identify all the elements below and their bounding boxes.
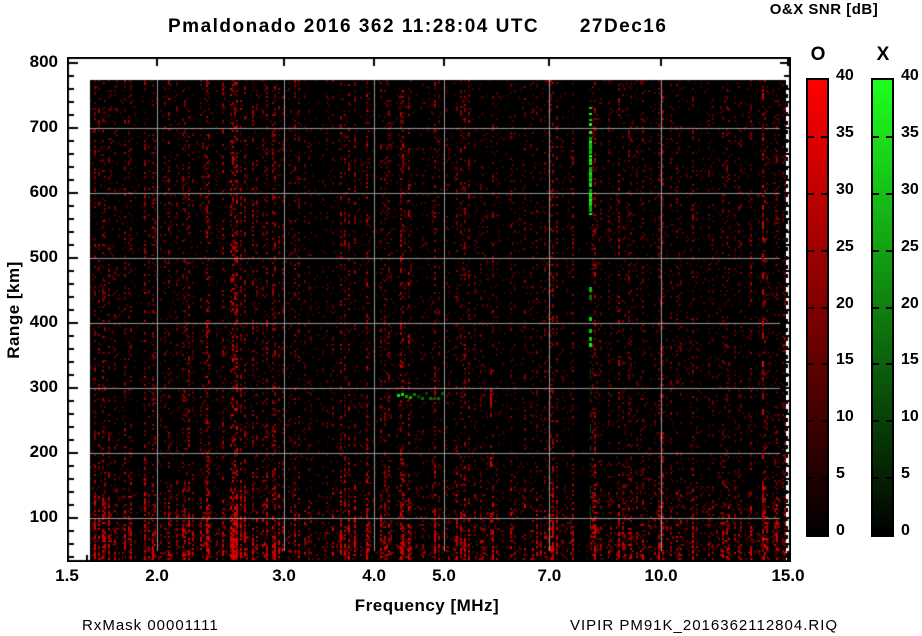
colorbar-tick-label: 25 (836, 238, 870, 256)
colorbar-tick-dash (808, 420, 814, 422)
colorbar-tick-dash (821, 363, 827, 365)
x-axis-label: Frequency [MHz] (327, 596, 527, 616)
colorbar-tick-label: 25 (901, 238, 922, 256)
colorbar-o-gradient (806, 78, 829, 537)
colorbar-tick-label: 20 (901, 295, 922, 313)
colorbar-tick-dash (873, 136, 879, 138)
colorbar-tick-dash (821, 477, 827, 479)
colorbar-tick-label: 5 (836, 465, 870, 483)
colorbar-tick-dash (808, 250, 814, 252)
y-tick-label: 200 (2, 442, 58, 462)
colorbar-tick-label: 20 (836, 295, 870, 313)
colorbar-tick-label: 15 (901, 351, 922, 369)
colorbar-tick-dash (808, 363, 814, 365)
colorbar-tick-label: 10 (901, 408, 922, 426)
ionogram-heatmap (67, 57, 791, 562)
colorbar-tick-dash (873, 307, 879, 309)
x-tick-label: 1.5 (37, 566, 97, 586)
colorbar-tick-label: 15 (836, 351, 870, 369)
x-tick-label: 3.0 (254, 566, 314, 586)
colorbar-tick-dash (808, 193, 814, 195)
y-tick-label: 800 (2, 52, 58, 72)
colorbar-tick-dash (873, 193, 879, 195)
colorbar-tick-label: 35 (836, 124, 870, 142)
colorbar-tick-dash (808, 136, 814, 138)
colorbar-tick-dash (821, 420, 827, 422)
colorbar-tick-label: 10 (836, 408, 870, 426)
colorbar-tick-dash (886, 363, 892, 365)
colorbar-tick-dash (821, 136, 827, 138)
colorbar-tick-dash (808, 477, 814, 479)
colorbar-tick-label: 5 (901, 465, 922, 483)
x-tick-label: 7.0 (519, 566, 579, 586)
x-tick-label: 2.0 (127, 566, 187, 586)
colorbar-o-header: O (796, 44, 840, 66)
colorbar-tick-dash (808, 307, 814, 309)
x-tick-label: 5.0 (414, 566, 474, 586)
colorbar-tick-label: 30 (901, 181, 922, 199)
colorbar-tick-dash (886, 136, 892, 138)
colorbar-tick-dash (873, 477, 879, 479)
colorbar-tick-dash (821, 193, 827, 195)
page-title: Pmaldonado 2016 362 11:28:04 UTC 27Dec16 (168, 16, 667, 38)
colorbar-x-header: X (861, 44, 905, 66)
colorbar-tick-label: 0 (901, 522, 922, 540)
datafile-footer: VIPIR PM91K_2016362112804.RIQ (570, 617, 838, 634)
colorbar-tick-dash (886, 250, 892, 252)
y-tick-label: 300 (2, 377, 58, 397)
colorbar-tick-label: 40 (901, 67, 922, 85)
colorbar-x-gradient (871, 78, 894, 537)
colorbar-tick-dash (873, 420, 879, 422)
x-tick-label: 15.0 (758, 566, 818, 586)
colorbar-tick-dash (886, 307, 892, 309)
colorbar-tick-dash (873, 250, 879, 252)
ionogram-figure: Pmaldonado 2016 362 11:28:04 UTC 27Dec16… (0, 0, 922, 636)
y-axis-label: Range [km] (4, 250, 24, 370)
colorbar-tick-label: 30 (836, 181, 870, 199)
colorbar-tick-dash (821, 307, 827, 309)
colorbar-tick-label: 40 (836, 67, 870, 85)
colorbar-tick-dash (886, 193, 892, 195)
colorbar-tick-dash (886, 420, 892, 422)
colorbar-tick-label: 0 (836, 522, 870, 540)
y-tick-label: 600 (2, 182, 58, 202)
colorbar-tick-label: 35 (901, 124, 922, 142)
colorbar-tick-dash (873, 363, 879, 365)
colorbar-tick-dash (821, 250, 827, 252)
x-tick-label: 4.0 (344, 566, 404, 586)
colorbar-title: O&X SNR [dB] (726, 1, 922, 18)
rxmask-footer: RxMask 00001111 (82, 617, 219, 634)
x-tick-label: 10.0 (631, 566, 691, 586)
colorbar-tick-dash (886, 477, 892, 479)
y-tick-label: 100 (2, 507, 58, 527)
y-tick-label: 700 (2, 117, 58, 137)
